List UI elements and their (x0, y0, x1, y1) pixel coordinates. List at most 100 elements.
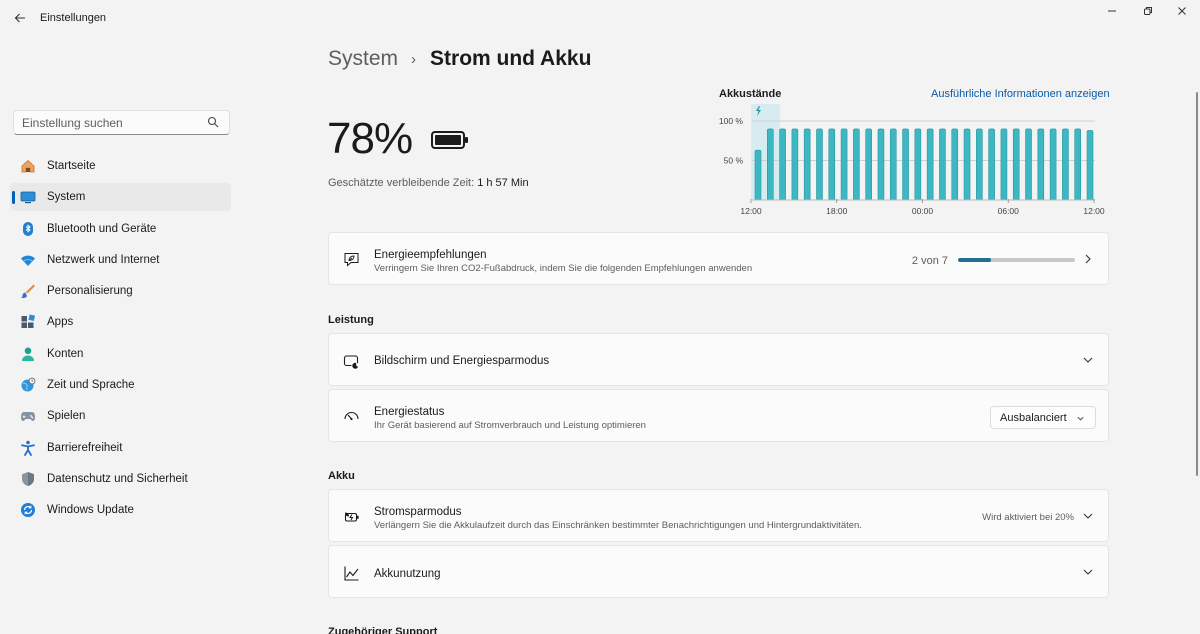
remaining-time-value: 1 h 57 Min (477, 177, 529, 189)
battery-bar (902, 128, 909, 201)
breadcrumb-parent[interactable]: System (328, 47, 398, 71)
battery-bar (976, 128, 983, 201)
battery-bar (766, 128, 774, 201)
title-bar: Einstellungen (0, 0, 1200, 36)
section-performance: Leistung (328, 314, 374, 326)
battery-bar (963, 128, 971, 201)
sidebar-item-system[interactable]: System (10, 183, 231, 212)
power-mode-select[interactable]: Ausbalanciert (990, 406, 1096, 429)
search-icon (207, 116, 219, 128)
sidebar-item-network[interactable]: Netzwerk und Internet (10, 246, 231, 274)
power-mode-selected: Ausbalanciert (1000, 412, 1067, 424)
sidebar-item-bluetooth[interactable]: Bluetooth und Geräte (10, 215, 231, 243)
search-input[interactable] (14, 115, 204, 130)
sidebar-item-windows-update[interactable]: Windows Update (10, 496, 231, 524)
battery-bar (828, 128, 836, 201)
section-battery: Akku (328, 470, 355, 482)
energy-recommendations-title: Energieempfehlungen (374, 249, 487, 261)
battery-bar (1074, 128, 1082, 201)
remaining-time: Geschätzte verbleibende Zeit: 1 h 57 Min (328, 177, 529, 189)
battery-bar (853, 128, 860, 201)
sidebar-item-apps[interactable]: Apps (10, 308, 231, 336)
sidebar-item-personalization[interactable]: Personalisierung (10, 277, 231, 305)
battery-bar (803, 128, 811, 201)
battery-saver-icon (344, 512, 359, 522)
x-tick-label: 18:00 (826, 206, 848, 216)
sidebar-item-gaming[interactable]: Spielen (10, 402, 231, 430)
battery-usage-card[interactable]: Akkunutzung (328, 545, 1109, 598)
sidebar-item-home[interactable]: Startseite (10, 152, 231, 180)
battery-bar (926, 128, 934, 201)
battery-bar (889, 128, 897, 201)
close-icon (1178, 7, 1186, 15)
recommendations-count: 2 von 7 (911, 255, 948, 267)
y-tick-label: 100 % (719, 116, 744, 126)
power-mode-card: Energiestatus Ihr Gerät basierend auf St… (328, 389, 1109, 442)
home-icon (21, 159, 35, 173)
brush-icon (21, 284, 35, 299)
energy-recommendations-card[interactable]: Energieempfehlungen Verringern Sie Ihren… (328, 232, 1109, 285)
system-icon (20, 191, 36, 204)
battery-bar (865, 128, 872, 201)
battery-bar (939, 128, 946, 201)
update-icon (21, 503, 35, 518)
scrollbar[interactable] (1196, 92, 1198, 476)
chart-line-icon (344, 566, 359, 581)
recommendations-progress-fill (958, 258, 992, 262)
battery-bar (914, 128, 922, 201)
account-icon (22, 347, 34, 361)
battery-usage-title: Akkunutzung (374, 568, 441, 580)
battery-bar (1025, 128, 1032, 201)
leaf-speech-icon (344, 253, 359, 267)
battery-saver-status: Wird aktiviert bei 20% (982, 512, 1074, 523)
x-tick-label: 06:00 (998, 206, 1020, 216)
chevron-down-icon (1083, 513, 1093, 519)
detailed-info-link[interactable]: Ausführliche Informationen anzeigen (931, 88, 1110, 100)
chevron-down-icon (1083, 357, 1093, 363)
minimize-button[interactable] (1092, 0, 1132, 22)
battery-saver-card[interactable]: Stromsparmodus Verlängern Sie die Akkula… (328, 489, 1109, 542)
power-mode-subtitle: Ihr Gerät basierend auf Stromverbrauch u… (374, 420, 646, 431)
chevron-right-icon (1085, 254, 1091, 264)
battery-bar (1000, 128, 1008, 201)
battery-bar (1037, 128, 1045, 201)
sidebar-item-accessibility[interactable]: Barrierefreiheit (10, 434, 231, 462)
bluetooth-icon (23, 221, 33, 236)
battery-bar (1012, 128, 1020, 201)
wifi-icon (21, 255, 35, 266)
battery-bar (877, 128, 885, 201)
back-arrow-icon (14, 13, 25, 23)
close-button[interactable] (1162, 0, 1200, 22)
chevron-down-icon (1077, 416, 1084, 421)
recommendations-progress (958, 258, 1075, 262)
sidebar-item-time-language[interactable]: Zeit und Sprache (10, 371, 231, 399)
battery-bar (754, 149, 762, 201)
battery-bar (988, 128, 995, 201)
settings-search[interactable] (13, 110, 230, 135)
restore-icon (1144, 7, 1152, 15)
battery-bar (951, 128, 959, 201)
sidebar-item-privacy[interactable]: Datenschutz und Sicherheit (10, 465, 231, 493)
battery-bar (779, 128, 786, 201)
section-related-support: Zugehöriger Support (328, 626, 438, 634)
breadcrumb-separator-icon: › (411, 50, 417, 68)
shield-icon (22, 471, 34, 486)
battery-bar (816, 128, 823, 201)
y-tick-label: 50 % (724, 156, 744, 166)
battery-saver-title: Stromsparmodus (374, 506, 462, 518)
apps-icon (21, 314, 36, 329)
remaining-time-label: Geschätzte verbleibende Zeit: (328, 177, 475, 189)
energy-recommendations-subtitle: Verringern Sie Ihren CO2-Fußabdruck, ind… (374, 263, 753, 274)
app-title: Einstellungen (40, 12, 107, 24)
power-mode-title: Energiestatus (374, 406, 445, 418)
chevron-down-icon (1083, 569, 1093, 575)
back-button[interactable] (10, 8, 30, 28)
battery-saver-subtitle: Verlängern Sie die Akkulaufzeit durch da… (374, 520, 862, 531)
chart-title: Akkustände (719, 88, 782, 100)
minimize-icon (1108, 10, 1116, 12)
x-tick-label: 00:00 (912, 206, 934, 216)
sidebar-item-accounts[interactable]: Konten (10, 340, 231, 368)
screen-sleep-card[interactable]: Bildschirm und Energiesparmodus (328, 333, 1109, 386)
battery-bar (791, 128, 799, 201)
globe-icon (21, 377, 36, 392)
